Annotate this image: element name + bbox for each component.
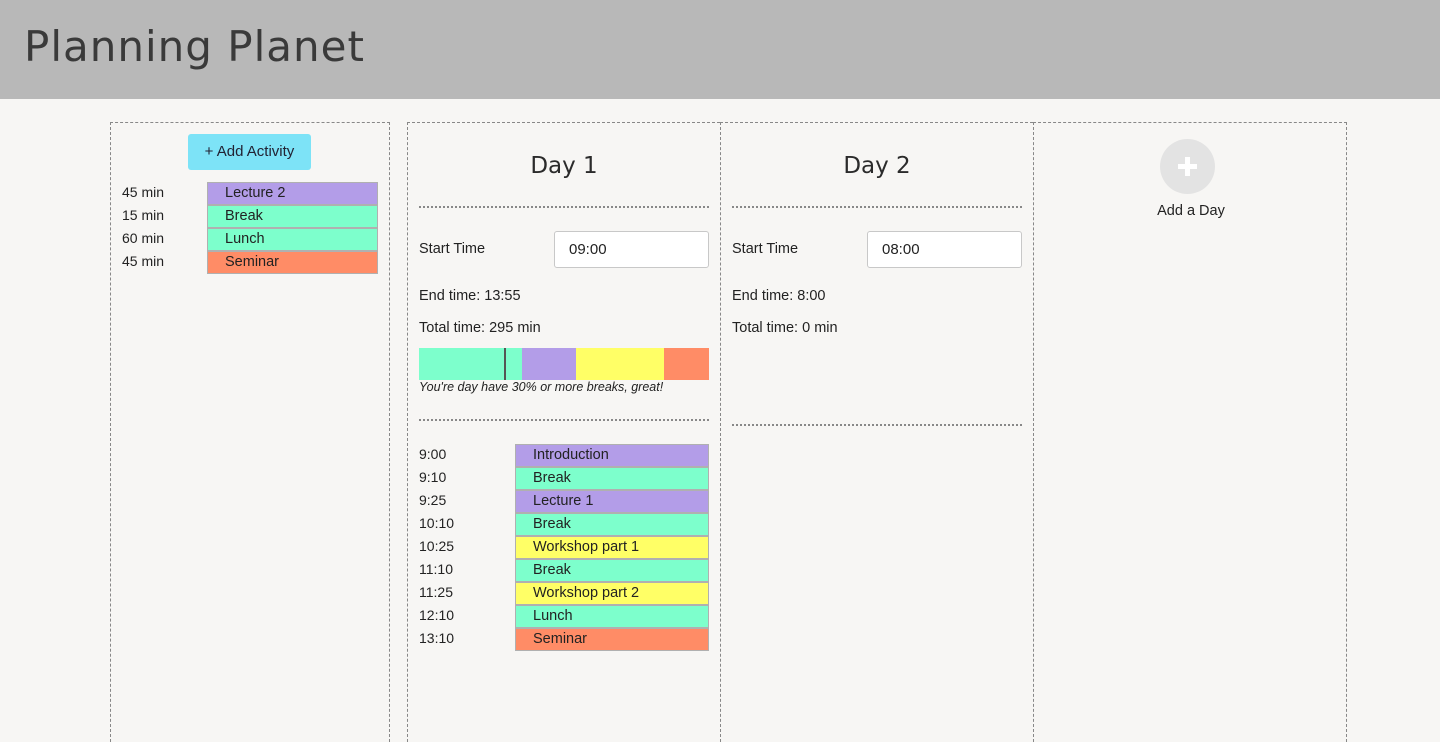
schedule-block[interactable]: Seminar: [515, 628, 709, 651]
start-time-input[interactable]: 09:00: [554, 231, 709, 268]
bar-segment-lecture: [522, 348, 576, 380]
schedule-row: 9:10 Break: [408, 467, 721, 490]
add-activity-button[interactable]: + Add Activity: [188, 134, 311, 170]
schedule-time: 12:10: [419, 607, 455, 623]
app-title: Planning Planet: [24, 22, 365, 71]
break-ratio-note: You're day have 30% or more breaks, grea…: [419, 380, 664, 394]
schedule-block[interactable]: Break: [515, 559, 709, 582]
schedule-row: 11:25 Workshop part 2: [408, 582, 721, 605]
schedule-row: 10:25 Workshop part 1: [408, 536, 721, 559]
schedule-time: 11:10: [419, 561, 453, 577]
schedule-time: 13:10: [419, 630, 455, 646]
start-time-input[interactable]: 08:00: [867, 231, 1022, 268]
schedule-time: 9:10: [419, 469, 447, 485]
divider: [419, 206, 709, 208]
pool-item-duration: 45 min: [122, 253, 165, 269]
pool-item: 45 min Lecture 2: [111, 182, 391, 205]
end-time-text: End time: 13:55: [419, 288, 521, 304]
time-distribution-bar: [419, 348, 709, 380]
schedule-row: 9:00 Introduction: [408, 444, 721, 467]
pool-item: 60 min Lunch: [111, 228, 391, 251]
schedule-row: 10:10 Break: [408, 513, 721, 536]
bar-segment-seminar: [664, 348, 709, 380]
pool-item-duration: 60 min: [122, 230, 165, 246]
schedule-time: 10:25: [419, 538, 455, 554]
schedule-row: 12:10 Lunch: [408, 605, 721, 628]
activity-block-lecture-2[interactable]: Lecture 2: [207, 182, 378, 205]
pool-item: 15 min Break: [111, 205, 391, 228]
day-column-2: Day 2 Start Time 08:00 End time: 8:00 To…: [720, 122, 1033, 742]
add-day-button[interactable]: [1160, 139, 1215, 194]
bar-segment-break: [419, 348, 522, 380]
day-column-1: Day 1 Start Time 09:00 End time: 13:55 T…: [407, 122, 720, 742]
activity-block-seminar[interactable]: Seminar: [207, 251, 378, 274]
bar-segment-workshop: [576, 348, 664, 380]
schedule-block[interactable]: Lunch: [515, 605, 709, 628]
start-time-label: Start Time: [419, 241, 486, 257]
schedule-block[interactable]: Break: [515, 513, 709, 536]
add-day-label: Add a Day: [1157, 203, 1225, 219]
activity-block-lunch[interactable]: Lunch: [207, 228, 378, 251]
pool-item: 45 min Seminar: [111, 251, 391, 274]
schedule-time: 10:10: [419, 515, 455, 531]
schedule-time: 9:00: [419, 446, 447, 462]
total-time-text: Total time: 0 min: [732, 320, 838, 336]
schedule-time: 9:25: [419, 492, 447, 508]
schedule-time: 11:25: [419, 584, 453, 600]
schedule-block[interactable]: Introduction: [515, 444, 709, 467]
app-header: Planning Planet: [0, 0, 1440, 99]
divider: [732, 206, 1022, 208]
divider: [419, 419, 709, 421]
start-time-label: Start Time: [732, 241, 799, 257]
divider: [732, 424, 1022, 426]
bar-marker: [504, 348, 506, 380]
total-time-text: Total time: 295 min: [419, 320, 541, 336]
schedule-block[interactable]: Workshop part 1: [515, 536, 709, 559]
pool-item-duration: 45 min: [122, 184, 165, 200]
activity-pool: + Add Activity 45 min Lecture 2 15 min B…: [110, 122, 390, 742]
schedule-block[interactable]: Workshop part 2: [515, 582, 709, 605]
schedule-block[interactable]: Lecture 1: [515, 490, 709, 513]
pool-item-duration: 15 min: [122, 207, 165, 223]
add-day-column: Add a Day: [1033, 122, 1347, 742]
day-title: Day 1: [530, 153, 598, 179]
end-time-text: End time: 8:00: [732, 288, 826, 304]
day-title: Day 2: [843, 153, 911, 179]
schedule-row: 11:10 Break: [408, 559, 721, 582]
schedule-block[interactable]: Break: [515, 467, 709, 490]
activity-block-break[interactable]: Break: [207, 205, 378, 228]
schedule-row: 9:25 Lecture 1: [408, 490, 721, 513]
schedule-row: 13:10 Seminar: [408, 628, 721, 651]
